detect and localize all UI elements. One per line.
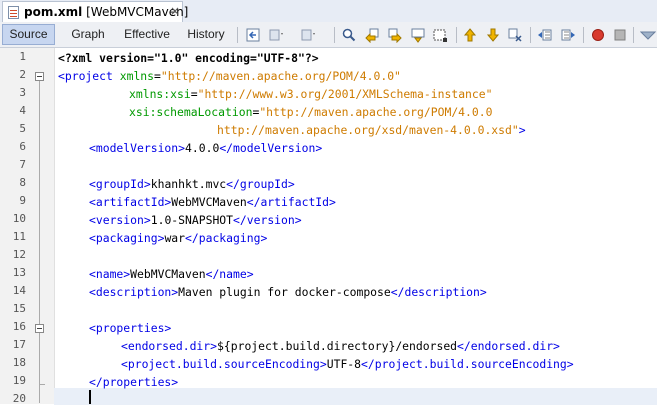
check-xml-icon[interactable]	[640, 27, 656, 43]
tab-filename: pom.xml	[24, 5, 83, 19]
code-line-11: <packaging>war</packaging>	[89, 231, 268, 245]
find-next-icon[interactable]	[387, 27, 403, 43]
line-number: 11	[12, 230, 26, 243]
line-number: 13	[12, 266, 26, 279]
toolbar-separator	[583, 27, 584, 43]
code-line-1: <?xml version="1.0" encoding="UTF-8"?>	[58, 51, 319, 65]
line-number: 8	[19, 176, 26, 189]
line-number: 14	[12, 284, 26, 297]
code-line-14: <description>Maven plugin for docker-com…	[89, 285, 487, 299]
attribute: xsi:schemaLocation	[129, 105, 253, 119]
close-icon[interactable]: ×	[170, 4, 180, 18]
line-number: 17	[12, 338, 26, 351]
code-line-3: xmlns:xsi="http://www.w3.org/2001/XMLSch…	[129, 87, 493, 101]
line-number: 2	[19, 68, 26, 81]
find-previous-icon[interactable]	[364, 27, 380, 43]
line-number: 6	[19, 140, 26, 153]
forward-icon[interactable]	[300, 27, 316, 43]
line-number: 7	[19, 158, 26, 171]
attribute-value: http://maven.apache.org/xsd/maven-4.0.0.…	[217, 123, 519, 137]
back-icon[interactable]	[268, 27, 284, 43]
attribute-value: "http://maven.apache.org/POM/4.0.0	[259, 105, 493, 119]
toolbar-separator	[456, 27, 457, 43]
tag: >	[518, 123, 526, 137]
line-number: 15	[12, 302, 26, 315]
line-number: 16	[12, 320, 26, 333]
last-edit-icon[interactable]	[245, 27, 261, 43]
code-line-2: <project xmlns="http://maven.apache.org/…	[58, 69, 401, 83]
line-number: 19	[12, 374, 26, 387]
tab-title: pom.xml [WebMVCMaven]	[24, 5, 188, 19]
tag: <project	[58, 69, 113, 83]
code-line-10: <version>1.0-SNAPSHOT</version>	[89, 213, 302, 227]
stop-macro-icon[interactable]	[612, 27, 628, 43]
toolbar-separator	[633, 27, 634, 43]
editor-toolbar: Source Graph Effective History	[0, 22, 657, 48]
toolbar-separator	[237, 27, 238, 43]
tab-source[interactable]: Source	[2, 24, 55, 45]
next-bookmark-icon[interactable]	[485, 27, 501, 43]
line-number: 18	[12, 356, 26, 369]
editor-tab-pom-xml[interactable]: pom.xml [WebMVCMaven] ×	[2, 1, 188, 22]
toolbar-separator	[334, 27, 335, 43]
attribute: xmlns	[119, 69, 155, 83]
attribute: xmlns:xsi	[129, 87, 191, 101]
fold-guide-line	[39, 81, 40, 403]
tab-graph[interactable]: Graph	[62, 24, 114, 45]
previous-bookmark-icon[interactable]	[462, 27, 478, 43]
find-icon[interactable]	[341, 27, 357, 43]
code-editor[interactable]: <?xml version="1.0" encoding="UTF-8"?> <…	[58, 48, 657, 404]
fold-collapse-icon[interactable]	[35, 72, 44, 81]
line-number: 9	[19, 194, 26, 207]
code-line-13: <name>WebMVCMaven</name>	[89, 267, 254, 281]
line-number: 5	[19, 122, 26, 135]
line-number: 1	[19, 50, 26, 63]
toggle-bookmark-icon[interactable]	[507, 27, 523, 43]
fold-end-marker	[39, 384, 45, 385]
code-line-5: http://maven.apache.org/xsd/maven-4.0.0.…	[217, 121, 526, 139]
toggle-highlight-icon[interactable]	[432, 27, 448, 43]
tab-history[interactable]: History	[181, 24, 231, 45]
line-number: 12	[12, 248, 26, 261]
attribute-value: "http://www.w3.org/2001/XMLSchema-instan…	[197, 87, 493, 101]
text-caret	[89, 390, 91, 404]
editor-tab-bar: pom.xml [WebMVCMaven] ×	[0, 0, 657, 23]
line-number: 10	[12, 212, 26, 225]
tab-effective[interactable]: Effective	[118, 24, 176, 45]
code-line-9: <artifactId>WebMVCMaven</artifactId>	[89, 195, 336, 209]
code-line-18: <project.build.sourceEncoding>UTF-8</pro…	[121, 357, 574, 371]
attribute-value: "http://maven.apache.org/POM/4.0.0"	[160, 69, 401, 83]
line-number: 4	[19, 104, 26, 117]
code-line-6: <modelVersion>4.0.0</modelVersion>	[89, 141, 323, 155]
toolbar-separator	[530, 27, 531, 43]
shift-right-icon[interactable]	[560, 27, 576, 43]
find-selection-icon[interactable]	[410, 27, 426, 43]
code-line-17: <endorsed.dir>${project.build.directory}…	[121, 339, 560, 353]
line-number-gutter: 1 2 3 4 5 6 7 8 9 10 11 12 13 14 15 16 1…	[0, 48, 55, 405]
code-line-19: </properties>	[89, 375, 179, 389]
code-line-16: <properties>	[89, 321, 172, 335]
xml-file-icon	[8, 6, 19, 19]
code-line-8: <groupId>khanhkt.mvc</groupId>	[89, 177, 295, 191]
code-line-4: xsi:schemaLocation="http://maven.apache.…	[129, 105, 493, 119]
start-macro-icon[interactable]	[590, 27, 606, 43]
fold-collapse-icon[interactable]	[35, 324, 44, 333]
line-number: 20	[12, 392, 26, 405]
shift-left-icon[interactable]	[537, 27, 553, 43]
line-number: 3	[19, 86, 26, 99]
